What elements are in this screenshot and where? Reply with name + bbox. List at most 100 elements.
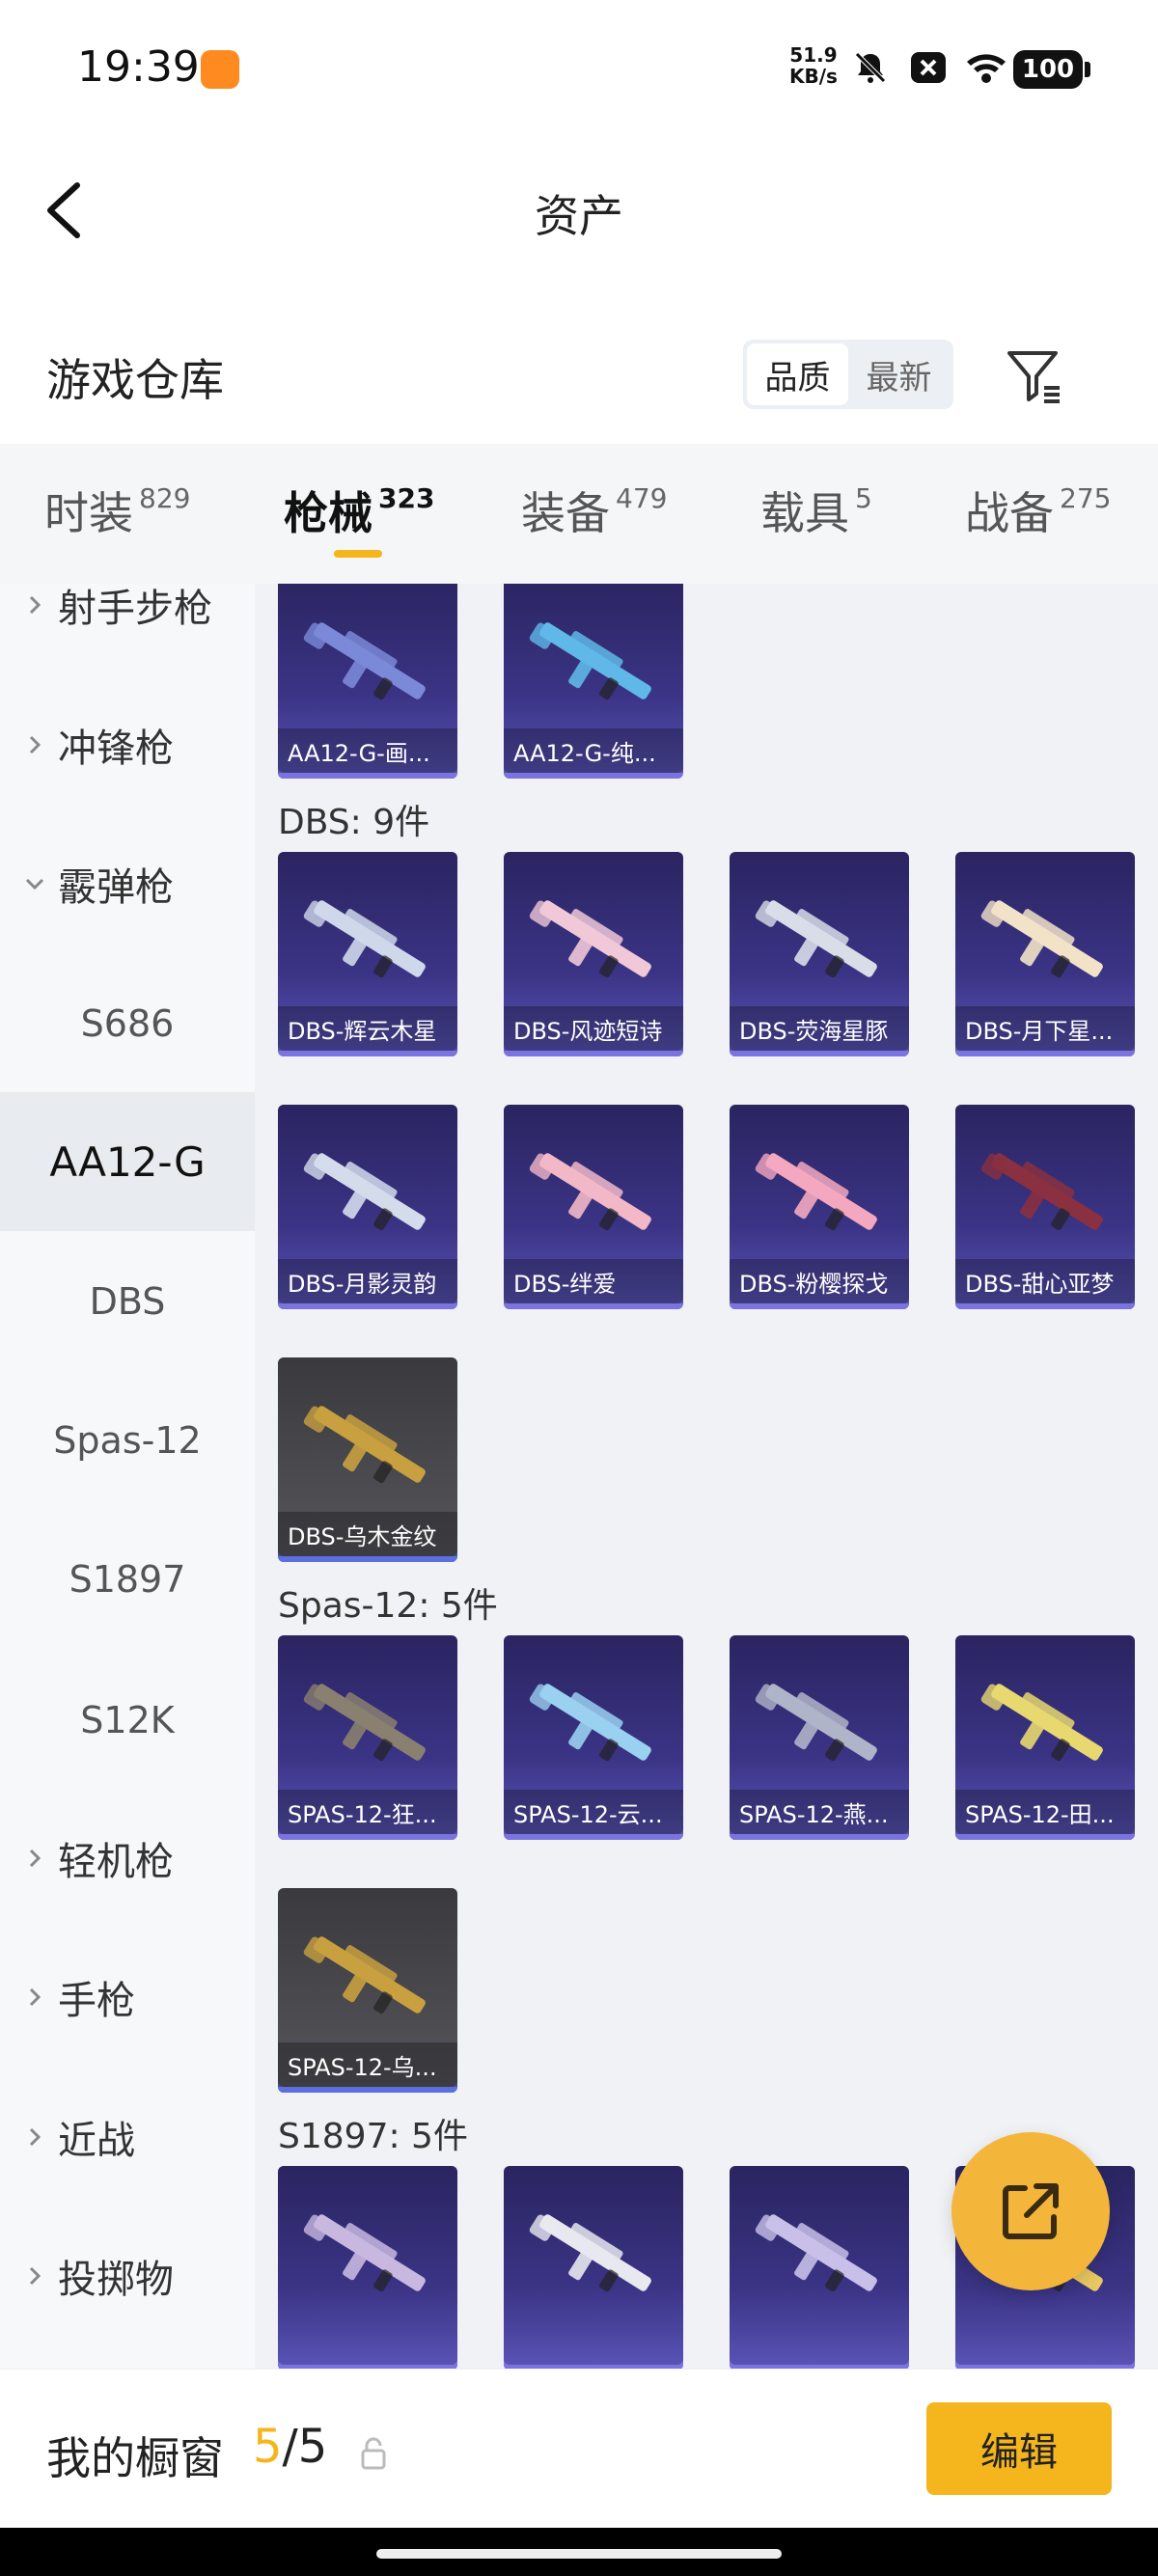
showcase-label: 我的橱窗 xyxy=(46,2432,224,2484)
skin-name: DBS-辉云木星 xyxy=(278,1006,457,1051)
sidebar-label: 射手步枪 xyxy=(58,587,212,631)
weapon-skin-image xyxy=(303,622,426,700)
sidebar-label: 轻机枪 xyxy=(58,1840,174,1884)
edit-button[interactable]: 编辑 xyxy=(926,2402,1112,2495)
section-header: 游戏仓库 品质 最新 xyxy=(0,318,1158,434)
skin-name: DBS-甜心亚梦 xyxy=(955,1259,1135,1303)
skin-card[interactable]: SPAS-12-燕... xyxy=(730,1635,909,1840)
tab-count: 479 xyxy=(616,482,668,514)
lock-icon xyxy=(359,2437,388,2470)
filter-icon xyxy=(1007,351,1060,403)
skin-card[interactable]: SPAS-12-云... xyxy=(504,1635,683,1840)
sidebar-subitem[interactable]: Spas-12 xyxy=(0,1371,255,1510)
skin-card[interactable] xyxy=(278,2166,457,2369)
skin-card[interactable]: DBS-甜心亚梦 xyxy=(955,1105,1135,1309)
skin-card[interactable]: DBS-辉云木星 xyxy=(278,852,457,1056)
weapon-skin-image xyxy=(755,900,877,978)
sort-quality-button[interactable]: 品质 xyxy=(747,343,848,405)
network-speed: 51.9 KB/s xyxy=(789,44,838,87)
sidebar-label: 霰弹枪 xyxy=(58,865,174,910)
tab-label: 载具 xyxy=(760,487,849,539)
sort-toggle: 品质 最新 xyxy=(743,340,953,409)
sidebar-category[interactable]: 射手步枪 xyxy=(0,584,255,674)
skin-name: DBS-风迹短诗 xyxy=(504,1006,683,1051)
weapon-skin-image xyxy=(529,2214,651,2292)
sidebar-category[interactable]: 轻机枪 xyxy=(0,1789,255,1928)
skin-card[interactable]: DBS-风迹短诗 xyxy=(504,852,683,1056)
sidebar-label: S12K xyxy=(80,1699,175,1741)
sidebar-category[interactable]: 投掷物 xyxy=(0,2206,255,2345)
group-heading: Spas-12: 5件 xyxy=(278,1586,498,1626)
chevron-right-icon xyxy=(0,733,58,756)
mute-bell-icon xyxy=(849,46,892,89)
skin-card[interactable]: DBS-月下星... xyxy=(955,852,1135,1056)
home-indicator[interactable] xyxy=(376,2549,782,2559)
share-button[interactable] xyxy=(951,2132,1110,2290)
skin-grid: AA12-G-画... AA12-G-纯... DBS: 9件 DBS-辉云木星 DBS… xyxy=(255,584,1158,2369)
skin-name: DBS-乌木金纹 xyxy=(278,1512,457,1556)
weapon-skin-image xyxy=(303,1406,426,1484)
skin-name: DBS-月影灵韵 xyxy=(278,1259,457,1303)
weapon-category-sidebar: 射手步枪冲锋枪霰弹枪 S686 AA12-G DBS Spas-12 S1897 S12K 轻… xyxy=(0,584,255,2369)
skin-name: DBS-绊爱 xyxy=(504,1259,683,1303)
showcase-current: 5 xyxy=(253,2420,283,2474)
skin-card[interactable]: DBS-乌木金纹 xyxy=(278,1357,457,1562)
skin-card[interactable]: SPAS-12-狂... xyxy=(278,1635,457,1840)
skin-card[interactable]: SPAS-12-田... xyxy=(955,1635,1135,1840)
skin-card[interactable]: AA12-G-纯... xyxy=(504,584,683,779)
skin-card[interactable]: DBS-荧海星豚 xyxy=(730,852,909,1056)
sidebar-category[interactable]: 近战 xyxy=(0,2068,255,2206)
weapon-skin-image xyxy=(303,900,426,978)
sort-newest-button[interactable]: 最新 xyxy=(848,343,950,405)
tab-equipment[interactable]: 装备 479 xyxy=(521,479,667,542)
sidebar-subitem[interactable]: S686 xyxy=(0,954,255,1093)
sidebar-subitem[interactable]: AA12-G xyxy=(0,1092,255,1231)
weapon-skin-image xyxy=(529,1153,651,1231)
weapon-skin-image xyxy=(303,2214,426,2292)
showcase-bar: 我的橱窗 5/5 编辑 xyxy=(0,2369,1158,2528)
skin-card[interactable]: AA12-G-画... xyxy=(278,584,457,779)
skin-card[interactable] xyxy=(504,2166,683,2369)
sidebar-label: S1897 xyxy=(69,1558,186,1601)
skin-card[interactable]: DBS-月影灵韵 xyxy=(278,1105,457,1309)
close-box-icon xyxy=(907,46,950,89)
filter-button[interactable] xyxy=(1004,345,1067,409)
showcase-total: /5 xyxy=(282,2420,328,2474)
weapon-skin-image xyxy=(980,1684,1103,1762)
chevron-down-icon xyxy=(0,872,58,895)
skin-card[interactable] xyxy=(730,2166,909,2369)
sidebar-category[interactable]: 手枪 xyxy=(0,1928,255,2067)
sidebar-label: 手枪 xyxy=(58,1979,135,2023)
app-notification-icon xyxy=(201,50,239,89)
skin-card[interactable]: DBS-绊爱 xyxy=(504,1105,683,1309)
skin-card[interactable]: SPAS-12-乌... xyxy=(278,1888,457,2093)
category-tabs: 时装 829 枪械 323 装备 479 载具 5 战备 275 xyxy=(0,444,1158,584)
skin-name: AA12-G-画... xyxy=(278,728,457,773)
sidebar-category[interactable]: 霰弹枪 xyxy=(0,814,255,953)
tab-supplies[interactable]: 战备 275 xyxy=(965,479,1111,542)
skin-name: AA12-G-纯... xyxy=(504,728,683,773)
page-title: 资产 xyxy=(535,190,623,242)
sidebar-label: S686 xyxy=(80,1002,175,1045)
chevron-right-icon xyxy=(0,593,58,617)
system-nav-bar xyxy=(0,2528,1158,2576)
tab-count: 5 xyxy=(855,482,872,514)
tab-vehicles[interactable]: 载具 5 xyxy=(760,479,872,542)
sidebar-category[interactable]: 冲锋枪 xyxy=(0,675,255,814)
skin-card[interactable]: DBS-粉樱探戈 xyxy=(730,1105,909,1309)
external-link-icon xyxy=(1003,2183,1059,2239)
tab-label: 枪械 xyxy=(284,487,372,539)
wifi-icon xyxy=(965,46,1007,89)
sidebar-label: DBS xyxy=(89,1280,166,1323)
status-time: 19:39 xyxy=(77,42,200,92)
weapon-skin-image xyxy=(529,900,651,978)
sidebar-subitem[interactable]: S12K xyxy=(0,1651,255,1790)
status-bar: 19:39 51.9 KB/s 100 xyxy=(0,0,1158,135)
chevron-right-icon xyxy=(0,1986,58,2009)
showcase-count: 5/5 xyxy=(253,2420,327,2474)
sidebar-subitem[interactable]: S1897 xyxy=(0,1510,255,1649)
tab-fashion[interactable]: 时装 829 xyxy=(44,479,190,542)
sidebar-label: Spas-12 xyxy=(53,1419,202,1462)
tab-firearms[interactable]: 枪械 323 xyxy=(284,479,434,542)
sidebar-subitem[interactable]: DBS xyxy=(0,1232,255,1371)
